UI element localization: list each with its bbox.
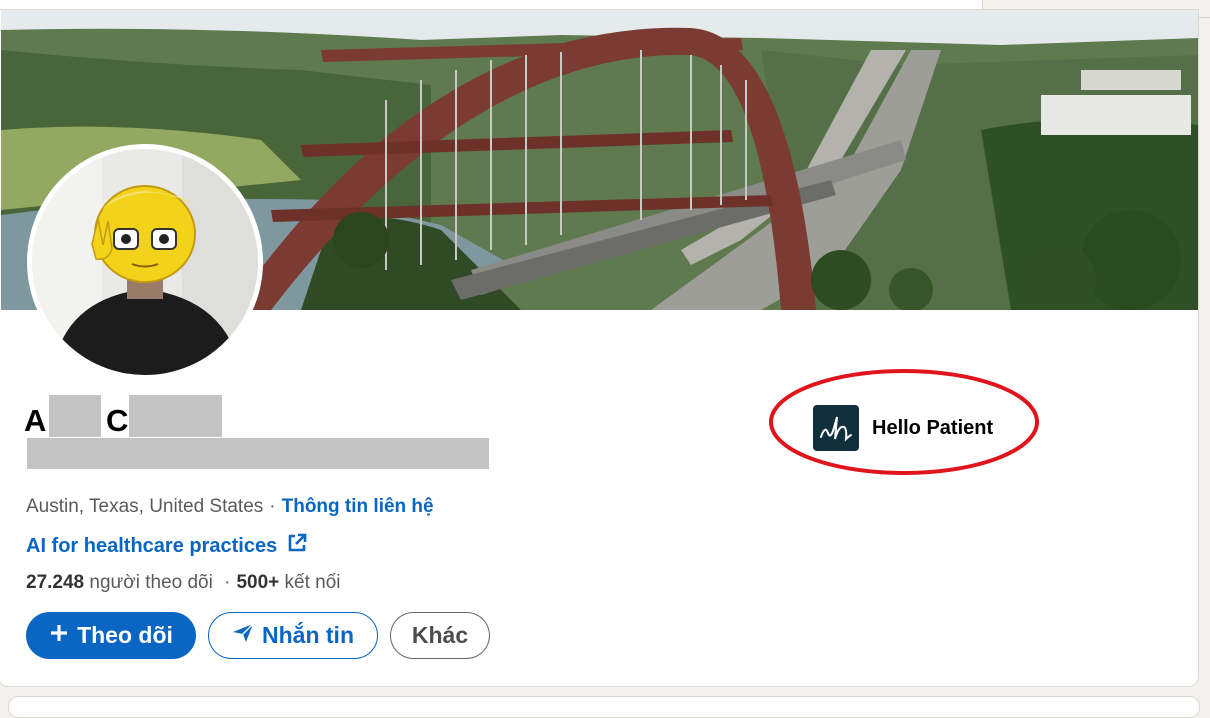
separator-dot: ·	[224, 572, 231, 593]
external-link-icon[interactable]	[287, 533, 307, 559]
message-button[interactable]: Nhắn tin	[208, 612, 378, 659]
profile-avatar[interactable]	[27, 144, 263, 380]
profile-location-line: Austin, Texas, United States · Thông tin l…	[26, 496, 434, 518]
contact-info-link[interactable]: Thông tin liên hệ	[282, 496, 434, 517]
annotation-circle	[769, 369, 1039, 475]
more-button[interactable]: Khác	[390, 612, 490, 659]
redacted-name-part-1	[49, 395, 101, 437]
followers-count: 27.248	[26, 572, 85, 593]
followers-label: người theo dõi	[89, 572, 213, 593]
redacted-name-part-2	[129, 395, 222, 437]
website-link[interactable]: AI for healthcare practices	[26, 535, 277, 558]
next-section-card	[8, 696, 1200, 718]
redacted-headline	[27, 438, 489, 469]
separator-dot: ·	[269, 496, 276, 517]
follow-label: Theo dõi	[77, 622, 173, 648]
profile-stats: 27.248 người theo dõi · 500+ kết nối	[26, 572, 341, 594]
message-label: Nhắn tin	[262, 622, 354, 648]
profile-website-line: AI for healthcare practices	[26, 533, 307, 559]
location-text: Austin, Texas, United States	[26, 496, 264, 517]
follow-button[interactable]: Theo dõi	[26, 612, 196, 659]
profile-card: A C Austin, Texas, United States · Thông t…	[0, 9, 1199, 687]
connections-label[interactable]: kết nối	[285, 572, 341, 593]
name-initial-first: A	[24, 403, 47, 438]
paper-plane-icon	[232, 622, 254, 649]
connections-count[interactable]: 500+	[236, 572, 279, 593]
plus-icon	[49, 622, 69, 649]
name-initial-last: C	[106, 403, 129, 438]
more-label: Khác	[411, 622, 469, 648]
